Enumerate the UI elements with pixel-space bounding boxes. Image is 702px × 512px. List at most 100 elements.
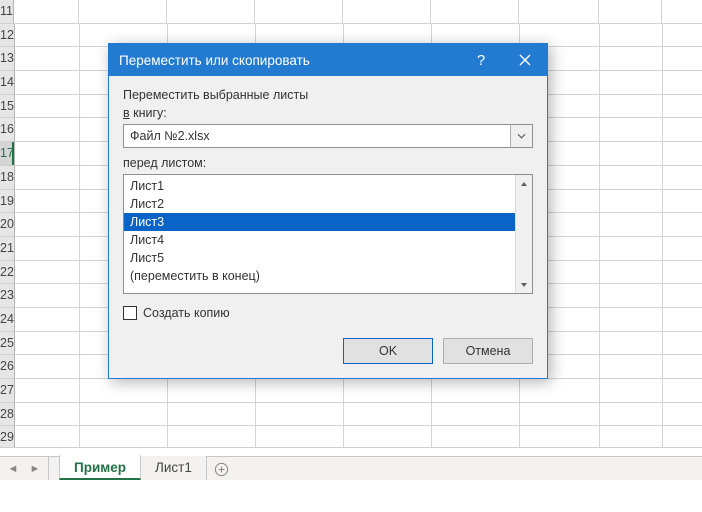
grid-cell[interactable] — [663, 24, 702, 48]
grid-cell[interactable] — [15, 403, 80, 427]
grid-cell[interactable] — [343, 0, 431, 24]
grid-cell[interactable] — [520, 379, 600, 403]
grid-cell[interactable] — [256, 403, 344, 427]
grid-cell[interactable] — [600, 142, 663, 166]
grid-cell[interactable] — [80, 403, 168, 427]
list-item[interactable]: Лист4 — [124, 231, 515, 249]
grid-cell[interactable] — [600, 166, 663, 190]
grid-cell[interactable] — [600, 213, 663, 237]
row-header[interactable]: 21 — [0, 237, 15, 261]
grid-cell[interactable] — [663, 379, 702, 403]
grid-cell[interactable] — [15, 355, 80, 379]
grid-cell[interactable] — [663, 332, 702, 356]
tab-nav-prev-icon[interactable]: ◄ — [2, 458, 24, 480]
grid-cell[interactable] — [600, 71, 663, 95]
grid-cell[interactable] — [520, 403, 600, 427]
grid-cell[interactable] — [662, 0, 702, 24]
grid-cell[interactable] — [15, 24, 80, 48]
grid-cell[interactable] — [663, 190, 702, 214]
row-header[interactable]: 16 — [0, 118, 15, 142]
grid-cell[interactable] — [663, 71, 702, 95]
grid-cell[interactable] — [256, 379, 344, 403]
listbox-scrollbar[interactable] — [515, 175, 532, 293]
grid-cell[interactable] — [344, 379, 432, 403]
grid-cell[interactable] — [15, 332, 80, 356]
grid-cell[interactable] — [15, 142, 80, 166]
row-header[interactable]: 11 — [0, 0, 14, 24]
grid-cell[interactable] — [15, 190, 80, 214]
to-book-combobox[interactable]: Файл №2.xlsx — [123, 124, 533, 148]
before-sheet-listbox[interactable]: Лист1Лист2Лист3Лист4Лист5(переместить в … — [123, 174, 533, 294]
grid-cell[interactable] — [600, 261, 663, 285]
combobox-dropdown-button[interactable] — [510, 125, 532, 147]
grid-cell[interactable] — [167, 0, 255, 24]
list-item[interactable]: Лист1 — [124, 177, 515, 195]
grid-cell[interactable] — [663, 213, 702, 237]
grid-cell[interactable] — [663, 308, 702, 332]
grid-cell[interactable] — [663, 118, 702, 142]
grid-cell[interactable] — [255, 0, 343, 24]
grid-cell[interactable] — [600, 284, 663, 308]
sheet-tab[interactable]: Лист1 — [141, 456, 207, 480]
grid-cell[interactable] — [599, 0, 662, 24]
cancel-button[interactable]: Отмена — [443, 338, 533, 364]
row-header[interactable]: 28 — [0, 403, 15, 427]
grid-cell[interactable] — [519, 0, 599, 24]
grid-cell[interactable] — [14, 0, 79, 24]
grid-cell[interactable] — [600, 47, 663, 71]
grid-cell[interactable] — [15, 118, 80, 142]
grid-cell[interactable] — [15, 95, 80, 119]
grid-cell[interactable] — [15, 213, 80, 237]
grid-cell[interactable] — [344, 403, 432, 427]
row-header[interactable]: 22 — [0, 261, 15, 285]
grid-cell[interactable] — [600, 95, 663, 119]
row-header[interactable]: 24 — [0, 308, 15, 332]
list-item[interactable]: Лист2 — [124, 195, 515, 213]
scroll-up-button[interactable] — [516, 175, 532, 192]
grid-cell[interactable] — [15, 71, 80, 95]
grid-cell[interactable] — [663, 237, 702, 261]
grid-cell[interactable] — [663, 142, 702, 166]
grid-cell[interactable] — [168, 403, 256, 427]
row-header[interactable]: 12 — [0, 24, 15, 48]
create-copy-checkbox[interactable] — [123, 306, 137, 320]
grid-cell[interactable] — [600, 379, 663, 403]
row-header[interactable]: 23 — [0, 284, 15, 308]
grid-cell[interactable] — [663, 261, 702, 285]
row-header[interactable]: 19 — [0, 190, 15, 214]
row-header[interactable]: 26 — [0, 355, 15, 379]
grid-cell[interactable] — [600, 118, 663, 142]
grid-cell[interactable] — [663, 166, 702, 190]
row-header[interactable]: 25 — [0, 332, 15, 356]
grid-cell[interactable] — [663, 284, 702, 308]
grid-cell[interactable] — [663, 403, 702, 427]
grid-cell[interactable] — [168, 379, 256, 403]
grid-cell[interactable] — [600, 308, 663, 332]
grid-cell[interactable] — [15, 47, 80, 71]
scroll-down-button[interactable] — [516, 276, 532, 293]
list-item[interactable]: (переместить в конец) — [124, 267, 515, 285]
dialog-help-button[interactable]: ? — [459, 44, 503, 76]
list-item[interactable]: Лист3 — [124, 213, 515, 231]
grid-cell[interactable] — [600, 24, 663, 48]
row-header[interactable]: 14 — [0, 71, 15, 95]
row-header[interactable]: 13 — [0, 47, 15, 71]
sheet-tab[interactable]: Пример — [59, 454, 141, 480]
list-item[interactable]: Лист5 — [124, 249, 515, 267]
grid-cell[interactable] — [15, 308, 80, 332]
row-header[interactable]: 18 — [0, 166, 15, 190]
grid-cell[interactable] — [79, 0, 167, 24]
grid-cell[interactable] — [600, 190, 663, 214]
grid-cell[interactable] — [600, 332, 663, 356]
grid-cell[interactable] — [15, 261, 80, 285]
grid-cell[interactable] — [15, 166, 80, 190]
grid-cell[interactable] — [432, 379, 520, 403]
grid-cell[interactable] — [15, 237, 80, 261]
grid-cell[interactable] — [431, 0, 519, 24]
row-header[interactable]: 15 — [0, 95, 15, 119]
row-header[interactable]: 17 — [0, 142, 15, 166]
grid-cell[interactable] — [663, 95, 702, 119]
grid-cell[interactable] — [600, 237, 663, 261]
grid-cell[interactable] — [663, 47, 702, 71]
row-header[interactable]: 27 — [0, 379, 15, 403]
